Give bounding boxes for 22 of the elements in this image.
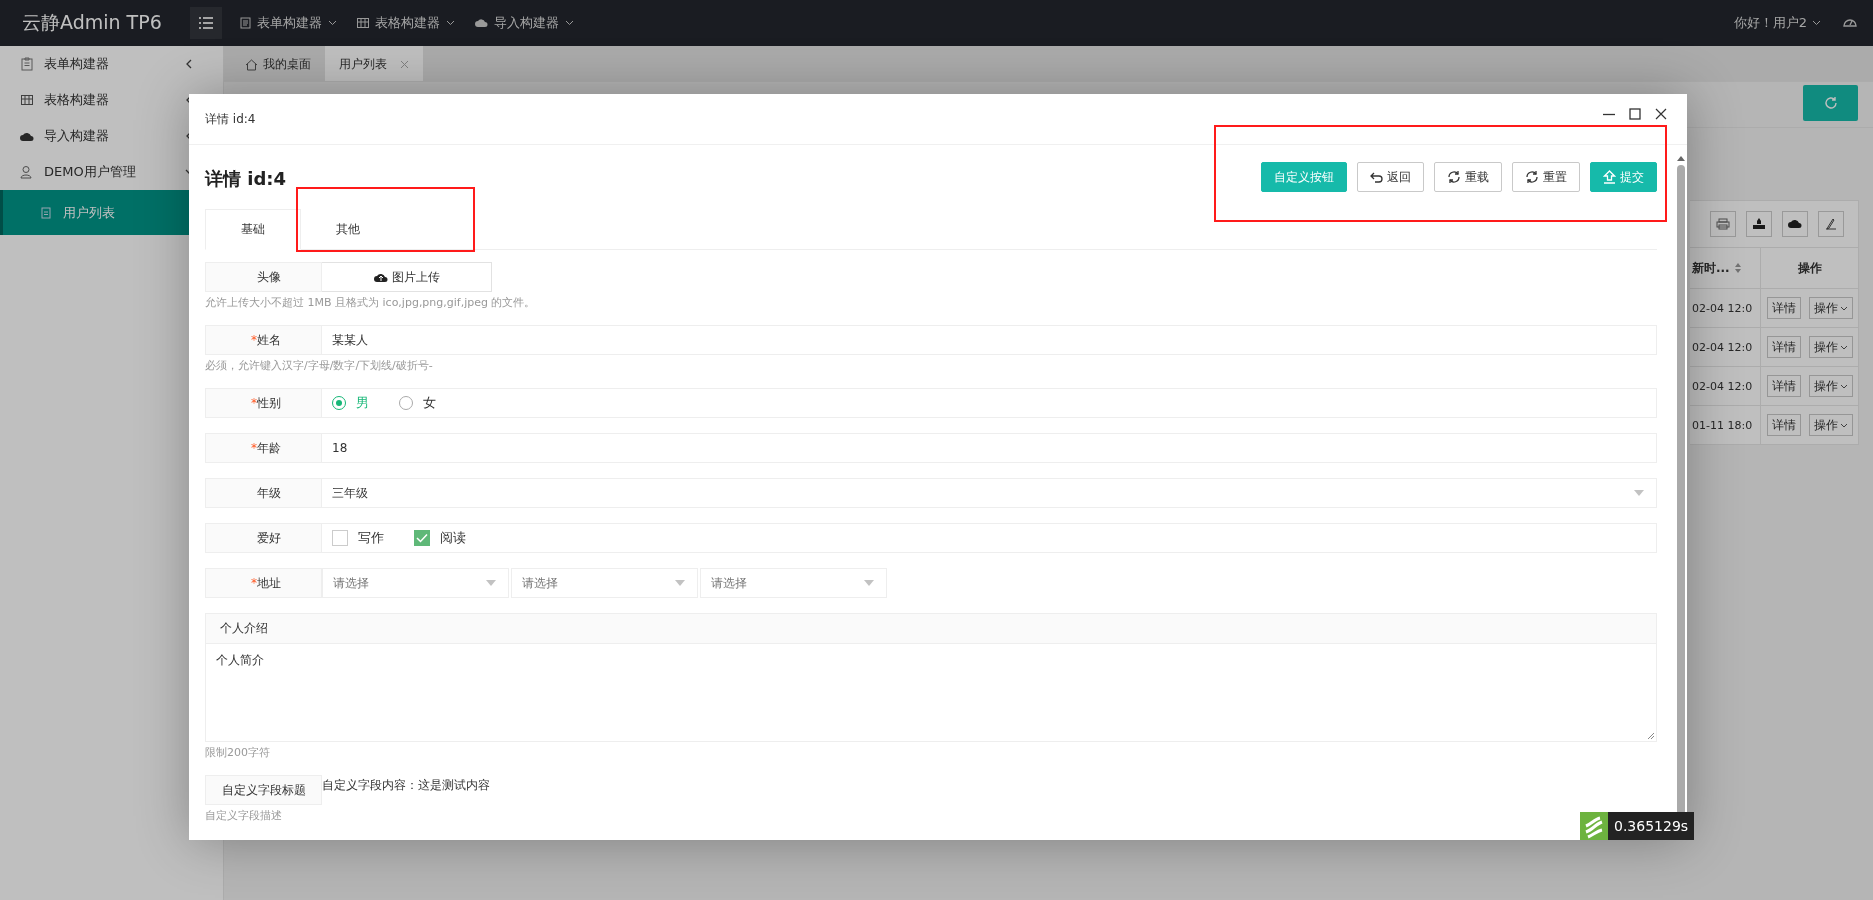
field-hint: 允许上传大小不超过 1MB 且格式为 ico,jpg,png,gif,jpeg 的文件。 [205,295,537,310]
field-label: 自定义字段标题 [205,775,322,805]
field-label: 头像 [205,262,322,292]
field-value: 自定义字段内容：这是测试内容 [322,777,490,794]
field-label: *地址 [205,568,322,598]
table-cell: 02-04 12:0 [1692,340,1753,354]
table-cell: 02-04 12:0 [1692,379,1753,393]
field-label: 年级 [205,478,322,508]
table-cell: 01-11 18:0 [1692,418,1753,432]
dialog-title: 详情 id:4 [205,110,256,128]
table-cell: 02-04 12:0 [1692,301,1753,315]
field-label: *年龄 [205,433,322,463]
field-label: *姓名 [205,325,322,355]
field-label: 个人介绍 [205,613,1657,644]
field-label: 爱好 [205,523,322,553]
logo: 云静Admin TP6 [21,10,163,35]
page-heading: 详情 id:4 [205,167,287,191]
field-hint: 必须，允许键入汉字/字母/数字/下划线/破折号- [205,358,434,373]
field-label: *性别 [205,388,322,418]
column-header: 操作 [1797,259,1822,277]
field-hint: 自定义字段描述 [205,808,283,823]
field-hint: 限制200字符 [205,745,271,760]
